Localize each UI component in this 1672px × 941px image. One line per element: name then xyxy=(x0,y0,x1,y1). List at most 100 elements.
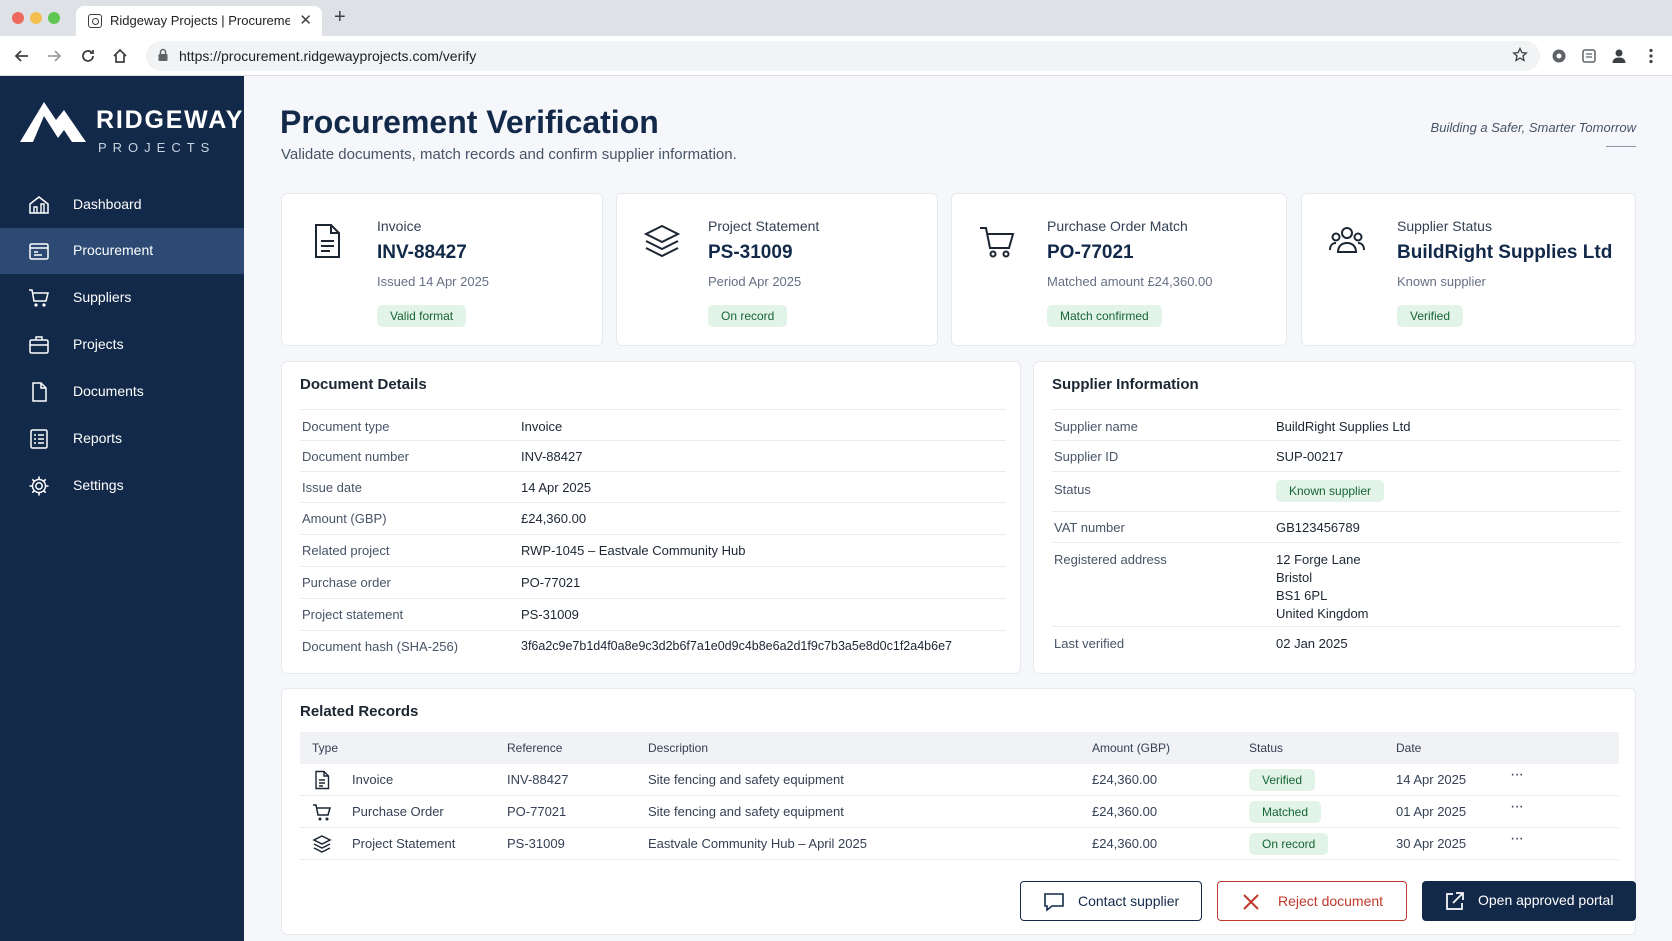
detail-value: 14 Apr 2025 xyxy=(521,480,592,495)
sidebar-item-reports[interactable]: Reports xyxy=(0,416,244,462)
supplier-row: Last verified 02 Jan 2025 xyxy=(1052,626,1621,662)
back-icon[interactable] xyxy=(12,46,32,66)
table-row[interactable]: Project Statement PS-31009 Eastvale Comm… xyxy=(300,828,1619,860)
invoice-icon xyxy=(315,770,330,790)
table-row[interactable]: Purchase Order PO-77021 Site fencing and… xyxy=(300,796,1619,828)
card-value: PS-31009 xyxy=(708,242,793,263)
record-amount: £24,360.00 xyxy=(1092,836,1158,851)
supplier-key: Registered address xyxy=(1054,552,1167,567)
detail-row: Amount (GBP) £24,360.00 xyxy=(300,502,1006,534)
purchase-order-summary-card: Purchase Order Match PO-77021 Matched am… xyxy=(951,193,1287,346)
record-type: Project Statement xyxy=(352,836,456,851)
supplier-name-value: BuildRight Supplies Ltd xyxy=(1276,419,1411,434)
address-line: 12 Forge Lane xyxy=(1276,552,1361,567)
document-icon xyxy=(32,382,47,402)
bookmark-star-icon[interactable] xyxy=(1512,47,1528,63)
close-window-button[interactable] xyxy=(12,12,24,24)
people-icon xyxy=(1329,227,1365,253)
page-title: Procurement Verification xyxy=(280,104,659,140)
browser-toolbar: https://procurement.ridgewayprojects.com… xyxy=(0,36,1672,76)
browser-menu-icon[interactable] xyxy=(1641,46,1661,66)
record-reference[interactable]: PS-31009 xyxy=(507,836,565,851)
invoice-summary-card: Invoice INV-88427 Issued 14 Apr 2025 Val… xyxy=(281,193,603,346)
sidebar-item-documents[interactable]: Documents xyxy=(0,369,244,415)
sidebar-item-projects[interactable]: Projects xyxy=(0,322,244,368)
home-icon[interactable] xyxy=(110,46,130,66)
reload-icon[interactable] xyxy=(78,46,98,66)
more-actions-icon[interactable]: ··· xyxy=(1510,830,1524,848)
favicon-icon xyxy=(88,14,102,28)
briefcase-icon xyxy=(29,336,49,354)
reading-list-icon[interactable] xyxy=(1579,46,1599,66)
detail-key: Document hash (SHA-256) xyxy=(302,639,459,654)
forward-icon[interactable] xyxy=(44,46,64,66)
layers-icon xyxy=(312,835,332,853)
new-tab-icon[interactable]: + xyxy=(334,6,346,29)
sidebar-item-settings[interactable]: Settings xyxy=(0,463,244,509)
button-label: Open approved portal xyxy=(1478,892,1614,908)
table-row[interactable]: Invoice INV-88427 Site fencing and safet… xyxy=(300,764,1619,796)
card-meta: Known supplier xyxy=(1397,274,1486,289)
detail-row: Document type Invoice xyxy=(300,409,1006,440)
card-label: Project Statement xyxy=(708,218,820,234)
address-line: BS1 6PL xyxy=(1276,588,1328,603)
invoice-icon xyxy=(315,224,340,258)
report-icon xyxy=(30,429,48,449)
close-tab-icon[interactable]: ✕ xyxy=(299,11,312,29)
sidebar-item-label: Documents xyxy=(73,383,144,399)
card-meta: Period Apr 2025 xyxy=(708,274,802,289)
sidebar-item-suppliers[interactable]: Suppliers xyxy=(0,275,244,321)
more-actions-icon[interactable]: ··· xyxy=(1510,798,1524,816)
card-label: Purchase Order Match xyxy=(1047,218,1188,234)
column-header: Date xyxy=(1396,741,1422,755)
more-actions-icon[interactable]: ··· xyxy=(1510,766,1524,784)
card-meta: Matched amount £24,360.00 xyxy=(1047,274,1213,289)
supplier-row: Status Known supplier xyxy=(1052,471,1621,511)
address-bar[interactable]: https://procurement.ridgewayprojects.com… xyxy=(146,41,1540,71)
logo-subwordmark: PROJECTS xyxy=(98,140,216,155)
sidebar-item-dashboard[interactable]: Dashboard xyxy=(0,182,244,228)
cart-icon xyxy=(313,804,331,821)
card-value: PO-77021 xyxy=(1047,242,1134,263)
detail-key: Issue date xyxy=(302,480,362,495)
url-text: https://procurement.ridgewayprojects.com… xyxy=(179,48,477,64)
sidebar-item-procurement[interactable]: Procurement xyxy=(0,228,244,274)
record-reference[interactable]: INV-88427 xyxy=(507,772,568,787)
card-value: INV-88427 xyxy=(377,242,467,263)
contact-supplier-button[interactable]: Contact supplier xyxy=(1020,881,1202,921)
supplier-status-badge: Known supplier xyxy=(1276,480,1385,502)
status-badge: Match confirmed xyxy=(1047,305,1162,327)
procurement-icon xyxy=(29,243,49,260)
sidebar-item-label: Settings xyxy=(73,477,124,493)
sidebar-item-label: Projects xyxy=(73,336,124,352)
detail-row: Document number INV-88427 xyxy=(300,440,1006,471)
ridgeway-logo[interactable]: RIDGEWAY PROJECTS xyxy=(20,98,242,158)
detail-value: £24,360.00 xyxy=(521,511,587,526)
detail-key: Project statement xyxy=(302,607,404,622)
record-reference[interactable]: PO-77021 xyxy=(507,804,566,819)
card-meta: Issued 14 Apr 2025 xyxy=(377,274,490,289)
maximize-window-button[interactable] xyxy=(48,12,60,24)
record-type: Purchase Order xyxy=(352,804,444,819)
detail-row: Related project RWP-1045 – Eastvale Comm… xyxy=(300,534,1006,566)
column-header: Status xyxy=(1249,741,1284,755)
logo-wordmark: RIDGEWAY xyxy=(96,106,245,134)
reject-document-button[interactable]: Reject document xyxy=(1217,881,1407,921)
detail-row: Project statement PS-31009 xyxy=(300,598,1006,630)
vat-number-value: GB123456789 xyxy=(1276,520,1360,535)
last-verified-value: 02 Jan 2025 xyxy=(1276,636,1348,651)
open-approved-portal-button[interactable]: Open approved portal xyxy=(1422,881,1636,921)
detail-value: PO-77021 xyxy=(521,575,581,590)
chat-icon xyxy=(1044,893,1064,912)
lock-icon xyxy=(158,48,168,61)
page-subtitle: Validate documents, match records and co… xyxy=(281,146,737,163)
record-amount: £24,360.00 xyxy=(1092,804,1158,819)
minimize-window-button[interactable] xyxy=(30,12,42,24)
detail-row: Issue date 14 Apr 2025 xyxy=(300,471,1006,502)
profile-icon[interactable] xyxy=(1609,46,1629,66)
close-icon xyxy=(1243,894,1259,910)
extension-icon[interactable] xyxy=(1549,46,1569,66)
record-date: 01 Apr 2025 xyxy=(1396,804,1467,819)
browser-tab[interactable]: Ridgeway Projects | Procurement ✕ xyxy=(76,6,322,36)
supplier-row: VAT number GB123456789 xyxy=(1052,511,1621,542)
